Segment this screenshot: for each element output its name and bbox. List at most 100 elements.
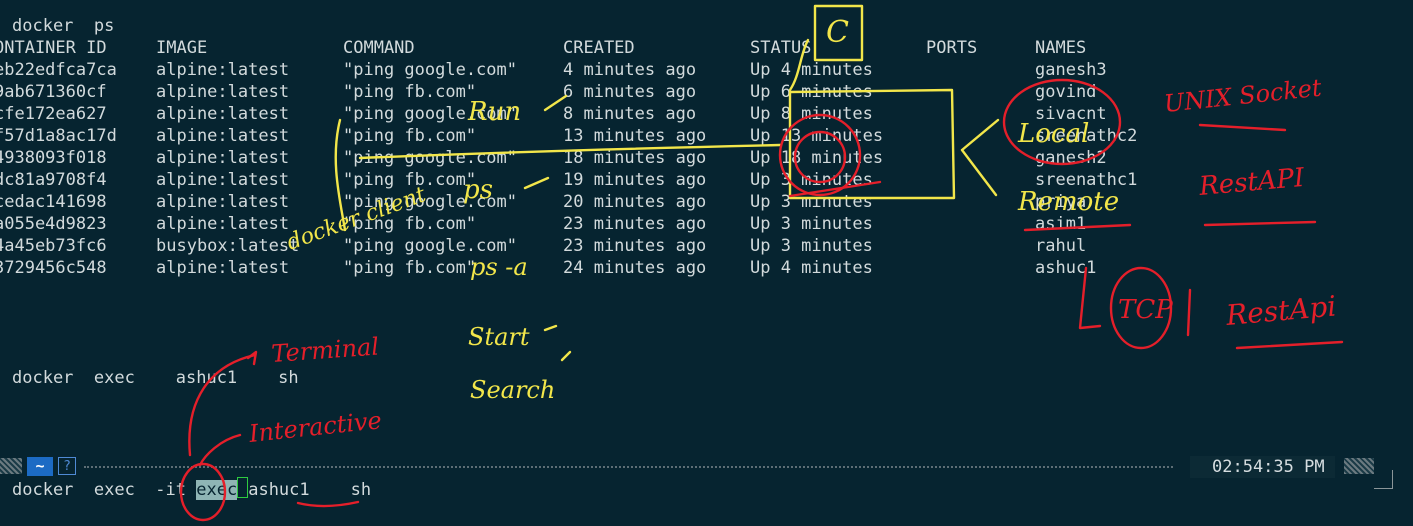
row-status: Up 18 minutes: [750, 148, 884, 168]
unix-socket-label: UNIX Socket: [1163, 74, 1324, 118]
exec-command-line: docker exec ashuc1 sh: [12, 368, 299, 388]
row-created: 19 minutes ago: [563, 170, 707, 190]
row-name: sivacnt: [1035, 104, 1107, 124]
search-dash: [560, 350, 572, 362]
row-created: 23 minutes ago: [563, 214, 707, 234]
row-name: govind: [1035, 82, 1097, 102]
row-image: alpine:latest: [156, 60, 290, 80]
row-id: 3729456c548: [0, 258, 107, 278]
row-id: cedac141698: [0, 192, 107, 212]
row-created: 13 minutes ago: [563, 126, 707, 146]
c-box: [813, 4, 864, 62]
row-name: sreenathc1: [1035, 170, 1138, 190]
input-tail: sh: [309, 480, 372, 500]
row-id: cfe172ea627: [0, 104, 107, 124]
corner-mark: [1374, 470, 1393, 489]
row-status: Up 3 minutes: [750, 214, 873, 234]
row-created: 23 minutes ago: [563, 236, 707, 256]
row-name: priya: [1035, 192, 1087, 212]
clock-segment: 02:54:35 PM: [1190, 456, 1335, 478]
row-id: eb22edfca7ca: [0, 60, 117, 80]
header-command: COMMAND: [343, 38, 415, 58]
row-command: "ping fb.com": [343, 82, 477, 102]
row-status: Up 8 minutes: [750, 104, 873, 124]
row-status: Up 13 minutes: [750, 126, 884, 146]
row-command: "ping fb.com": [343, 214, 477, 234]
text-cursor: [237, 477, 249, 498]
row-status: Up 3 minutes: [750, 170, 873, 190]
input-container-name: ashuc1: [248, 480, 310, 500]
home-dir-segment: ~: [27, 457, 53, 476]
row-created: 24 minutes ago: [563, 258, 707, 278]
row-id: f57d1a8ac17d: [0, 126, 117, 146]
prompt-filler: [84, 466, 1173, 468]
row-name: sreenathc2: [1035, 126, 1138, 146]
header-image: IMAGE: [156, 38, 208, 58]
row-id: a055e4d9823: [0, 214, 107, 234]
ps-command-line: docker ps: [12, 16, 115, 36]
terminal-arrowhead: [246, 350, 258, 366]
row-id: dc81a9708f4: [0, 170, 107, 190]
restapi-underline-2: [1235, 340, 1344, 350]
prompt-bar: ~ ? ▣ 02:54:35 PM: [0, 456, 1413, 478]
row-command: "ping fb.com": [343, 258, 477, 278]
header-names: NAMES: [1035, 38, 1087, 58]
header-container-id: ONTAINER ID: [0, 38, 107, 58]
row-id: 9ab671360cf: [0, 82, 107, 102]
input-flag: -it: [155, 480, 187, 500]
row-image: alpine:latest: [156, 192, 290, 212]
row-created: 8 minutes ago: [563, 104, 697, 124]
c-label: C: [826, 15, 849, 50]
row-created: 4 minutes ago: [563, 60, 697, 80]
tcp-label: TCP: [1118, 295, 1173, 325]
tcp-separator: [1186, 288, 1192, 337]
command-input[interactable]: docker exec -it exec ashuc1 sh: [12, 477, 371, 501]
header-ports: PORTS: [926, 38, 978, 58]
header-status: STATUS: [750, 38, 812, 58]
row-image: alpine:latest: [156, 104, 290, 124]
restapi-label-1: RestAPI: [1197, 163, 1306, 202]
row-created: 6 minutes ago: [563, 82, 697, 102]
restapi-underline-1: [1203, 220, 1317, 227]
row-name: ganesh2: [1035, 148, 1107, 168]
row-id: 4938093f018: [0, 148, 107, 168]
ps-dash: [523, 176, 550, 190]
row-name: ashuc1: [1035, 258, 1097, 278]
row-image: alpine:latest: [156, 214, 290, 234]
row-status: Up 4 minutes: [750, 258, 873, 278]
row-image: alpine:latest: [156, 170, 290, 190]
input-text: docker exec: [12, 480, 156, 500]
row-command: "ping fb.com": [343, 170, 477, 190]
input-highlight: exec: [196, 480, 238, 500]
search-label: Search: [470, 376, 555, 404]
row-command: "ping google.com": [343, 192, 517, 212]
interactive-label: Interactive: [247, 406, 383, 448]
row-created: 20 minutes ago: [563, 192, 707, 212]
row-status: Up 4 minutes: [750, 60, 873, 80]
row-command: "ping google.com": [343, 236, 517, 256]
restapi-label-2: RestApi: [1224, 289, 1338, 332]
start-label: Start: [468, 323, 530, 351]
row-image: alpine:latest: [156, 126, 290, 146]
prompt-pattern-right: [1344, 458, 1374, 474]
help-icon: ?: [58, 457, 76, 475]
row-image: alpine:latest: [156, 148, 290, 168]
row-name: ganesh3: [1035, 60, 1107, 80]
tcp-circle: [1109, 266, 1173, 350]
row-status: Up 3 minutes: [750, 192, 873, 212]
row-image: alpine:latest: [156, 258, 290, 278]
ps-a-label: ps -a: [470, 253, 528, 281]
row-name: rahul: [1035, 236, 1087, 256]
row-image: alpine:latest: [156, 82, 290, 102]
row-created: 18 minutes ago: [563, 148, 707, 168]
local-remote-fork: [960, 118, 1000, 197]
header-created: CREATED: [563, 38, 635, 58]
row-image: busybox:latest: [156, 236, 300, 256]
row-command: "ping google.com": [343, 60, 517, 80]
unix-underline: [1198, 123, 1287, 132]
row-command: "ping google.com": [343, 148, 517, 168]
prompt-pattern-left: [0, 458, 22, 474]
row-command: "ping google.com": [343, 104, 517, 124]
row-id: 4a45eb73fc6: [0, 236, 107, 256]
row-command: "ping fb.com": [343, 126, 477, 146]
